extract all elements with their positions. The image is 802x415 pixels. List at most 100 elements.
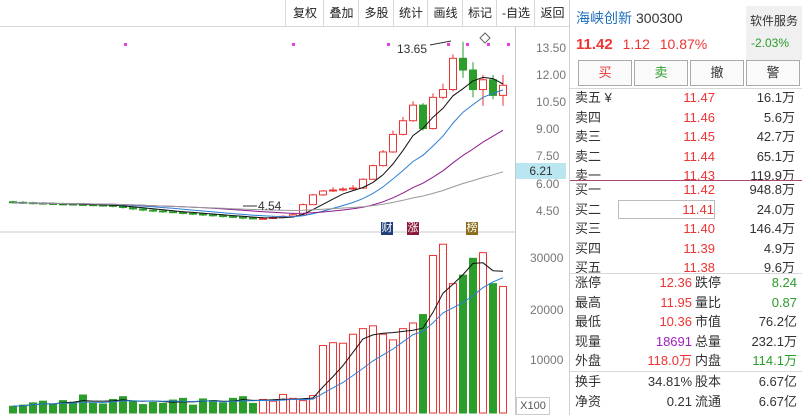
- diamond-icon: [479, 32, 491, 44]
- stat-label: 涨停: [575, 275, 602, 290]
- toolbar-button-overlay[interactable]: 叠加: [323, 0, 359, 26]
- ask-price: 11.46: [683, 109, 715, 125]
- volume-bar: [89, 402, 97, 414]
- bid-label: 买一: [575, 182, 602, 197]
- bid-label: 买三: [575, 221, 602, 237]
- bid-volume: 948.8万: [749, 182, 795, 197]
- ask-row[interactable]: 卖二 11.44 65.1万: [570, 147, 802, 166]
- limit-up-mark-icon[interactable]: 涨: [407, 222, 419, 235]
- stat-row: 净资 0.21 流通 6.67亿: [570, 392, 802, 411]
- ask-label: 卖四: [575, 109, 602, 125]
- volume-bar: [259, 399, 267, 414]
- stat-value: 76.2亿: [758, 314, 797, 330]
- toolbar-button-back[interactable]: 返回: [534, 0, 570, 26]
- volume-tick: 10000: [530, 353, 564, 367]
- stat-label: 总量: [695, 333, 722, 349]
- candle-body: [399, 120, 407, 135]
- candle-body: [309, 194, 317, 206]
- volume-bar: [129, 400, 137, 414]
- event-marker-icon: [387, 43, 390, 46]
- candle-body: [129, 207, 137, 210]
- sell-button[interactable]: 卖: [634, 60, 688, 86]
- bid-volume: 24.0万: [756, 201, 795, 217]
- toolbar-button-fuquan[interactable]: 复权: [285, 0, 324, 26]
- candle-body: [189, 212, 197, 215]
- alert-button[interactable]: 警: [746, 60, 800, 86]
- ask-price: 11.47: [683, 90, 715, 105]
- kline-chart[interactable]: 13.65 4.54: [0, 27, 569, 415]
- ranking-mark-icon[interactable]: 榜: [466, 222, 478, 235]
- volume-tick: 20000: [530, 303, 564, 317]
- bid-row[interactable]: 买四 11.39 4.9万: [570, 239, 802, 258]
- sector-box[interactable]: 软件服务 -2.03%: [746, 6, 802, 60]
- stat-row: 最高 11.95 量比 0.87: [570, 293, 802, 312]
- bid-label: 买四: [575, 240, 602, 256]
- event-marker-icon: [292, 43, 295, 46]
- toolbar-button-multi-stock[interactable]: 多股: [358, 0, 394, 26]
- ask-row[interactable]: 卖四 11.46 5.6万: [570, 108, 802, 127]
- ask-label: 卖五 ¥: [575, 90, 612, 105]
- stat-value: 18691: [655, 333, 692, 349]
- price-axis: 13.50 12.00 10.50 9.00 7.50 6.00 4.50 30…: [515, 27, 570, 415]
- toolbar-button-draw[interactable]: 画线: [427, 0, 463, 26]
- event-marker-icon: [507, 43, 510, 46]
- toolbar-button-watchlist[interactable]: -自选: [496, 0, 535, 26]
- stock-code: 300300: [636, 10, 683, 26]
- candle-body: [169, 211, 177, 214]
- stat-label: 换手: [575, 374, 602, 389]
- finance-mark-icon[interactable]: 财: [381, 222, 393, 235]
- stat-value: 12.36: [659, 275, 692, 290]
- candle-body: [139, 208, 147, 211]
- volume-bar: [189, 404, 197, 414]
- volume-bar: [459, 274, 467, 414]
- ask-row[interactable]: 卖三 11.45 42.7万: [570, 127, 802, 146]
- volume-bar: [269, 400, 277, 414]
- volume-bar: [119, 396, 127, 414]
- volume-bar: [209, 400, 217, 414]
- volume-bar: [369, 325, 377, 414]
- kline-svg[interactable]: 13.65 4.54: [0, 27, 515, 415]
- candle-body: [429, 96, 437, 130]
- volume-unit-button[interactable]: X100: [516, 397, 550, 415]
- ask-label: 卖二: [575, 148, 602, 164]
- stat-label: 跌停: [695, 275, 722, 290]
- volume-bar: [99, 403, 107, 414]
- bid-row[interactable]: 买一 11.42 948.8万: [570, 180, 802, 199]
- volume-bar: [289, 397, 297, 414]
- stat-value: 0.21: [666, 393, 692, 409]
- event-marker-icon: [466, 43, 469, 46]
- stat-label: 市值: [695, 314, 722, 330]
- stat-value: 8.24: [771, 275, 797, 290]
- buy-button[interactable]: 买: [578, 60, 632, 86]
- volume-bar: [339, 342, 347, 414]
- last-price: 11.42: [576, 36, 613, 53]
- event-marker-icon: [447, 43, 450, 46]
- volume-bar: [139, 404, 147, 414]
- volume-bar: [379, 333, 387, 414]
- volume-bar: [9, 405, 17, 414]
- stat-label: 流通: [695, 393, 722, 409]
- candle-body: [379, 151, 387, 167]
- sector-change: -2.03%: [751, 36, 790, 50]
- stat-value: 118.0万: [647, 353, 692, 369]
- price-tick: 7.50: [536, 149, 560, 163]
- ask-volume: 16.1万: [756, 90, 795, 105]
- cancel-order-button[interactable]: 撤: [690, 60, 744, 86]
- toolbar-button-mark[interactable]: 标记: [462, 0, 497, 26]
- bid-label: 买二: [575, 201, 602, 217]
- stat-label: 净资: [575, 393, 602, 409]
- stat-label: 外盘: [575, 353, 602, 369]
- bid-row[interactable]: 买三 11.40 146.4万: [570, 219, 802, 238]
- stock-title: 海峡创新 300300: [576, 8, 683, 28]
- candle-body: [339, 188, 347, 191]
- toolbar-button-stats[interactable]: 统计: [393, 0, 428, 26]
- volume-bar: [69, 401, 77, 414]
- candle-body: [219, 215, 227, 218]
- price-tick: 9.00: [536, 122, 560, 136]
- bid-row[interactable]: 买二 11.41 24.0万: [570, 199, 802, 219]
- stat-row: 现量 18691 总量 232.1万: [570, 332, 802, 351]
- volume-bar: [79, 394, 87, 414]
- stat-value: 114.1万: [752, 353, 797, 369]
- ask-row[interactable]: 卖五 ¥ 11.47 16.1万: [570, 88, 802, 107]
- candle-body: [369, 165, 377, 180]
